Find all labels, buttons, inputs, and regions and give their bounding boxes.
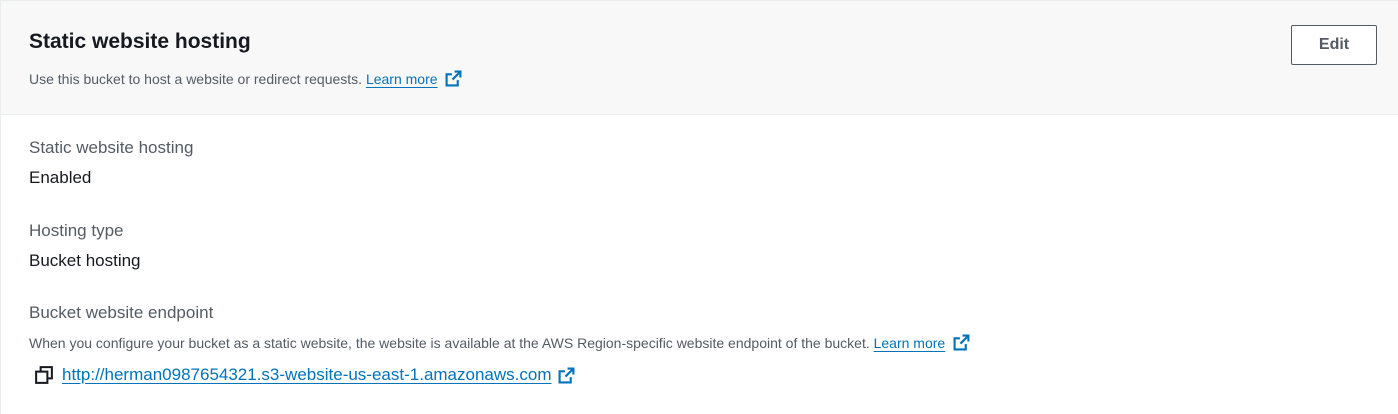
panel-description-text: Use this bucket to host a website or red… xyxy=(29,71,363,87)
endpoint-row: http://herman0987654321.s3-website-us-ea… xyxy=(35,365,970,385)
external-link-icon[interactable] xyxy=(445,70,462,87)
copy-icon[interactable] xyxy=(35,366,53,384)
bucket-endpoint-description-text: When you configure your bucket as a stat… xyxy=(29,335,870,351)
bucket-endpoint-field: Bucket website endpoint When you configu… xyxy=(29,302,970,385)
panel-title: Static website hosting xyxy=(29,30,251,53)
hosting-type-value: Bucket hosting xyxy=(29,251,141,270)
hosting-status-value: Enabled xyxy=(29,168,92,187)
hosting-status-field: Static website hosting Enabled xyxy=(29,137,193,189)
external-link-icon[interactable] xyxy=(953,334,970,351)
edit-button[interactable]: Edit xyxy=(1291,25,1377,65)
learn-more-link[interactable]: Learn more xyxy=(366,71,438,87)
hosting-type-field: Hosting type Bucket hosting xyxy=(29,220,141,272)
bucket-endpoint-label: Bucket website endpoint xyxy=(29,303,214,322)
panel-description: Use this bucket to host a website or red… xyxy=(29,69,462,89)
panel-header: Static website hosting Use this bucket t… xyxy=(1,1,1398,115)
hosting-type-label: Hosting type xyxy=(29,221,124,240)
hosting-status-label: Static website hosting xyxy=(29,138,194,157)
static-website-hosting-panel: Static website hosting Use this bucket t… xyxy=(0,0,1398,414)
endpoint-url-link[interactable]: http://herman0987654321.s3-website-us-ea… xyxy=(62,365,552,385)
endpoint-learn-more-link[interactable]: Learn more xyxy=(874,335,946,351)
bucket-endpoint-description: When you configure your bucket as a stat… xyxy=(29,333,970,353)
external-link-icon[interactable] xyxy=(558,367,575,384)
